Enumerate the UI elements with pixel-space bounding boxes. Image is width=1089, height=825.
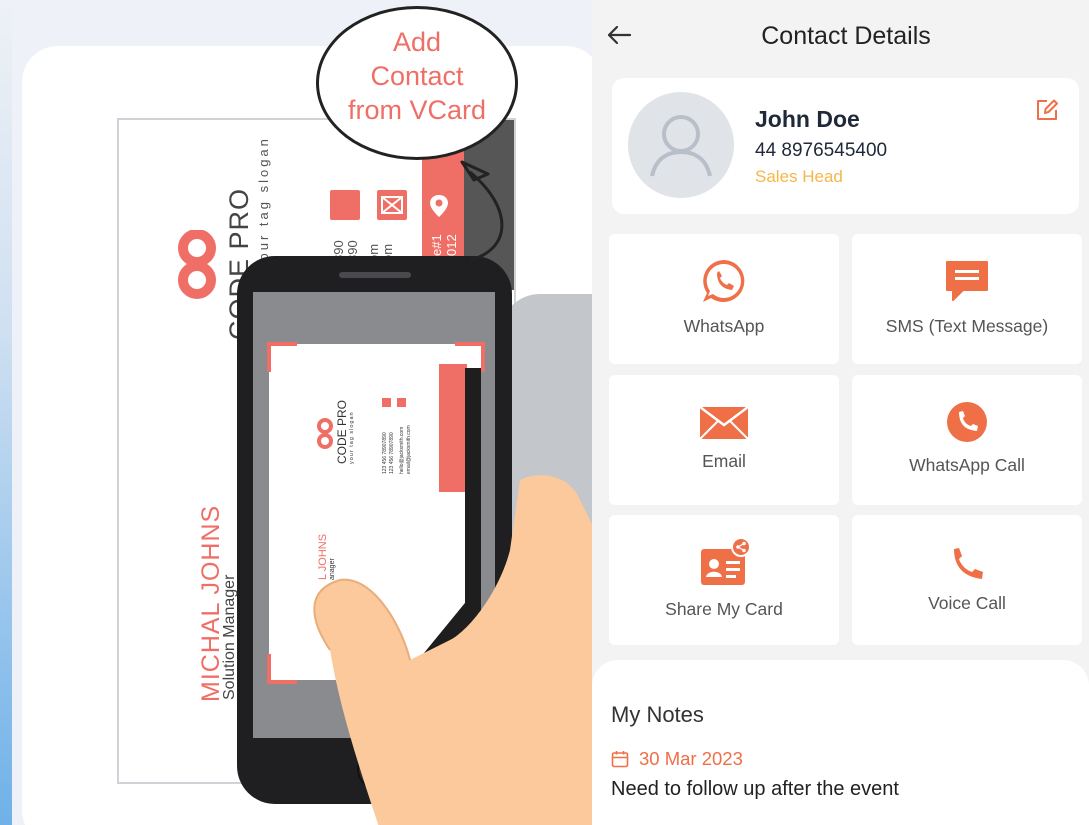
scanned-address: address here, Suite#1 bbox=[427, 425, 433, 474]
voice-call-button[interactable]: Voice Call bbox=[852, 515, 1082, 645]
notes-panel: My Notes 30 Mar 2023 Need to follow up a… bbox=[592, 660, 1089, 825]
scanned-phone: 123 456 78907890 bbox=[382, 432, 388, 474]
phone-speaker bbox=[339, 272, 411, 278]
whatsapp-label: WhatsApp bbox=[683, 316, 765, 336]
scanned-slogan: your tag slogan bbox=[349, 411, 355, 464]
whatsapp-icon bbox=[703, 260, 745, 302]
sms-button[interactable]: SMS (Text Message) bbox=[852, 234, 1082, 364]
page-title: Contact Details bbox=[761, 22, 931, 50]
scanned-email: hello@jacksmith.com bbox=[399, 426, 405, 474]
app-bar: Contact Details bbox=[592, 0, 1089, 72]
note-text[interactable]: Need to follow up after the event bbox=[611, 778, 899, 801]
phone-circle-icon bbox=[947, 402, 987, 442]
avatar bbox=[628, 92, 734, 198]
calendar-icon bbox=[611, 751, 629, 768]
scanned-email: email@jacksmith.com bbox=[406, 425, 412, 474]
contact-profile-card: John Doe 44 8976545400 Sales Head bbox=[612, 78, 1079, 214]
whatsapp-call-label: WhatsApp Call bbox=[909, 455, 1025, 475]
window-edge bbox=[0, 0, 12, 825]
share-card-icon bbox=[701, 537, 751, 585]
add-contact-callout: Add Contact from VCard bbox=[316, 6, 518, 160]
email-button[interactable]: Email bbox=[609, 375, 839, 505]
note-date: 30 Mar 2023 bbox=[639, 748, 743, 769]
contact-role: Sales Head bbox=[755, 167, 843, 186]
mail-icon bbox=[377, 190, 407, 220]
email-icon bbox=[699, 406, 749, 440]
notes-title: My Notes bbox=[611, 702, 704, 727]
scanned-phone: 123 456 78907890 bbox=[389, 432, 395, 474]
callout-line: Add bbox=[392, 27, 442, 57]
scan-frame-corner bbox=[267, 342, 297, 372]
user-icon bbox=[650, 115, 712, 177]
sms-icon bbox=[946, 261, 988, 301]
email-label: Email bbox=[702, 451, 746, 471]
edit-icon[interactable] bbox=[1033, 96, 1061, 124]
hand-illustration bbox=[313, 475, 592, 825]
scanned-mail-icon bbox=[397, 398, 406, 407]
whatsapp-button[interactable]: WhatsApp bbox=[609, 234, 839, 364]
scanned-mobile-icon bbox=[382, 398, 391, 407]
contact-phone: 44 8976545400 bbox=[755, 140, 888, 161]
phone-icon bbox=[954, 548, 983, 579]
scanned-address: New Avenue, NY 012 bbox=[434, 426, 440, 474]
callout-text: Add Contact from VCard bbox=[319, 25, 515, 127]
scanned-code-pro-logo bbox=[317, 418, 333, 449]
share-my-card-button[interactable]: Share My Card bbox=[609, 515, 839, 645]
sms-label: SMS (Text Message) bbox=[885, 316, 1049, 336]
callout-line: from VCard bbox=[347, 95, 487, 125]
mobile-icon bbox=[330, 190, 360, 220]
card-slogan: your tag slogan bbox=[256, 136, 271, 270]
contact-details-screen: Contact Details John Doe 44 8976545400 S… bbox=[592, 0, 1089, 825]
callout-arrow-icon bbox=[460, 160, 504, 262]
scan-frame-corner bbox=[455, 342, 485, 372]
contact-name: John Doe bbox=[755, 106, 860, 132]
whatsapp-call-button[interactable]: WhatsApp Call bbox=[852, 375, 1082, 505]
scanned-brand: CODE PRO bbox=[335, 399, 349, 464]
scan-frame-corner bbox=[267, 654, 297, 684]
voice-call-label: Voice Call bbox=[928, 593, 1006, 613]
code-pro-logo bbox=[178, 230, 216, 299]
vcard-illustration: CODE PRO your tag slogan MICHAL JOHNS So… bbox=[0, 0, 592, 825]
callout-line: Contact bbox=[370, 61, 464, 91]
share-my-card-label: Share My Card bbox=[665, 599, 783, 619]
